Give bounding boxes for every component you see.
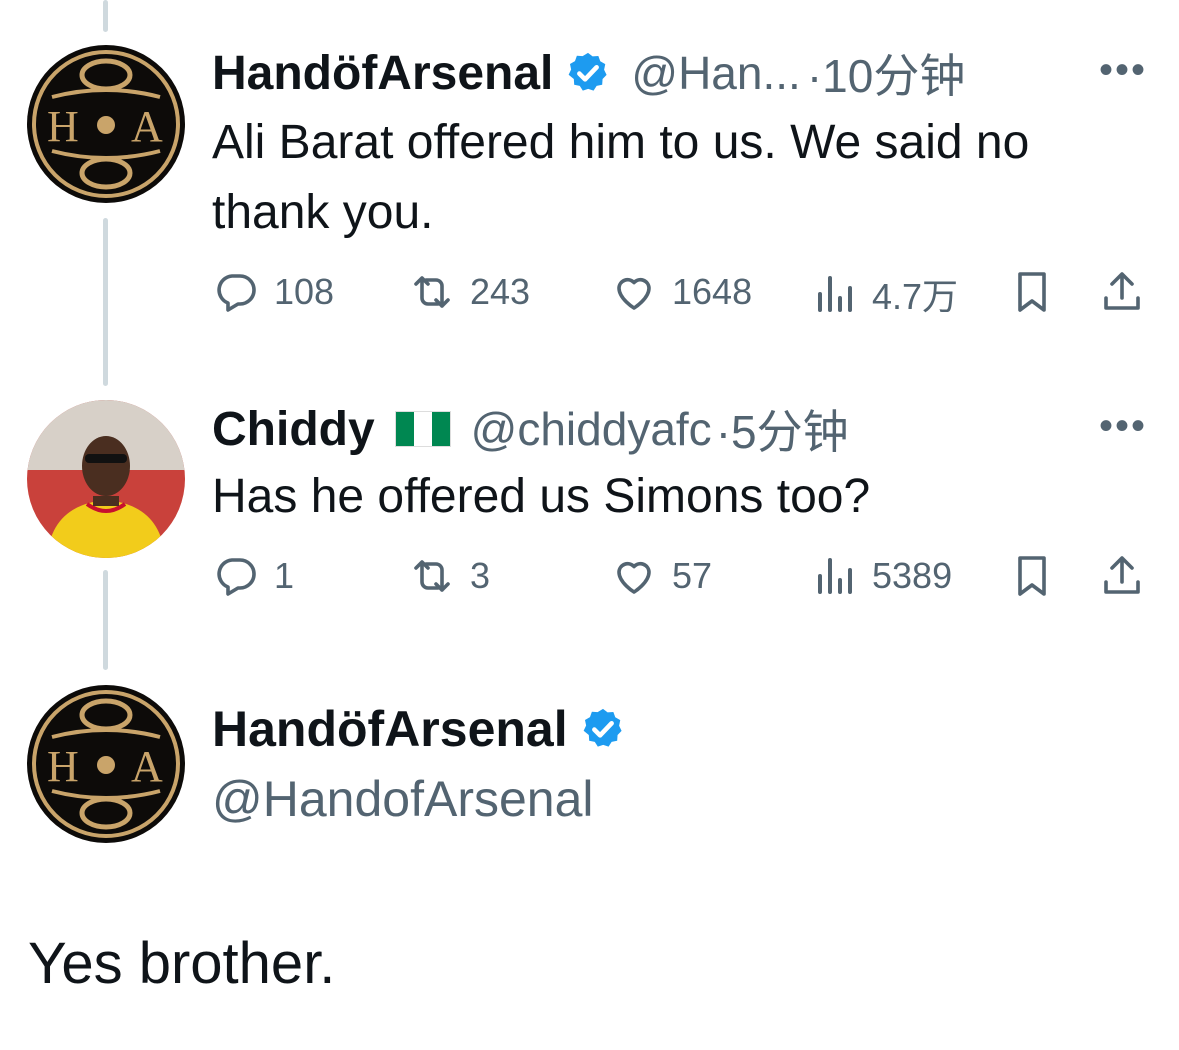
- tweet-text: Has he offered us Simons too?: [212, 470, 871, 523]
- more-options-icon[interactable]: •••: [1099, 48, 1147, 93]
- views-icon: [818, 276, 852, 312]
- views-count: 4.7万: [872, 276, 959, 317]
- reply-icon: [217, 274, 256, 312]
- hoa-logo-icon: H A: [32, 50, 180, 198]
- reply-count: 108: [274, 271, 335, 312]
- avatar-handofarsenal[interactable]: H A: [27, 45, 185, 203]
- bookmark-icon: [1018, 556, 1046, 596]
- svg-text:H: H: [47, 102, 79, 151]
- bookmark-icon: [1018, 272, 1046, 312]
- svg-text:H: H: [47, 742, 79, 791]
- like-count: 1648: [672, 271, 753, 312]
- thread-line-1: [103, 218, 108, 386]
- more-options-icon[interactable]: •••: [1099, 404, 1147, 449]
- handle[interactable]: @chiddyafc: [471, 402, 712, 456]
- views-count: 5389: [872, 555, 953, 596]
- verified-badge-icon: [583, 708, 622, 747]
- reply-button[interactable]: 108: [212, 268, 334, 316]
- tweet-actions: 108 243 1648 4.7万: [212, 268, 1152, 328]
- retweet-count: 243: [470, 271, 531, 312]
- bookmark-button[interactable]: [1008, 552, 1056, 600]
- main-tweet-text: Yes brother.: [28, 931, 336, 996]
- verified-badge-icon: [569, 52, 607, 91]
- display-name[interactable]: Chiddy: [212, 402, 375, 457]
- profile-photo: [27, 400, 185, 558]
- display-name[interactable]: HandöfArsenal: [212, 700, 568, 758]
- bookmark-button[interactable]: [1008, 268, 1056, 316]
- reply-icon: [217, 558, 256, 596]
- tweet-header: HandöfArsenal @Han... ·10分钟: [212, 40, 965, 106]
- timestamp[interactable]: ·5分钟: [716, 396, 849, 462]
- main-handle[interactable]: @HandofArsenal: [212, 770, 594, 828]
- retweet-count: 3: [470, 555, 491, 596]
- views-button[interactable]: 5389: [810, 552, 952, 600]
- svg-text:A: A: [131, 742, 163, 791]
- retweet-icon: [414, 560, 450, 592]
- avatar-handofarsenal-main[interactable]: H A: [27, 685, 185, 843]
- tweet-text: Ali Barat offered him to us. We said no …: [212, 116, 1030, 239]
- hoa-logo-icon: H A: [32, 690, 180, 838]
- display-name[interactable]: HandöfArsenal: [212, 46, 553, 101]
- thread-line-2: [103, 570, 108, 670]
- like-count: 57: [672, 555, 713, 596]
- share-button[interactable]: [1098, 552, 1146, 600]
- like-button[interactable]: 1648: [610, 268, 752, 316]
- retweet-button[interactable]: 243: [408, 268, 530, 316]
- reply-count: 1: [274, 555, 295, 596]
- share-button[interactable]: [1098, 268, 1146, 316]
- nigeria-flag-icon: [394, 411, 451, 447]
- views-button[interactable]: 4.7万: [810, 268, 958, 320]
- avatar-chiddy[interactable]: [27, 400, 185, 558]
- like-button[interactable]: 57: [610, 552, 712, 600]
- heart-icon: [617, 277, 651, 310]
- reply-button[interactable]: 1: [212, 552, 294, 600]
- views-icon: [818, 558, 852, 594]
- handle[interactable]: @Han...: [631, 46, 800, 100]
- timestamp[interactable]: ·10分钟: [807, 40, 965, 106]
- heart-icon: [617, 561, 651, 594]
- main-display-name-row: HandöfArsenal: [212, 700, 626, 758]
- tweet-header: Chiddy @chiddyafc ·5分钟: [212, 396, 849, 462]
- share-icon: [1104, 272, 1140, 310]
- tweet-actions: 1 3 57 5389: [212, 552, 1152, 612]
- thread-line-top: [103, 0, 108, 32]
- retweet-icon: [414, 276, 450, 308]
- svg-text:A: A: [131, 102, 163, 151]
- retweet-button[interactable]: 3: [408, 552, 490, 600]
- share-icon: [1104, 556, 1140, 594]
